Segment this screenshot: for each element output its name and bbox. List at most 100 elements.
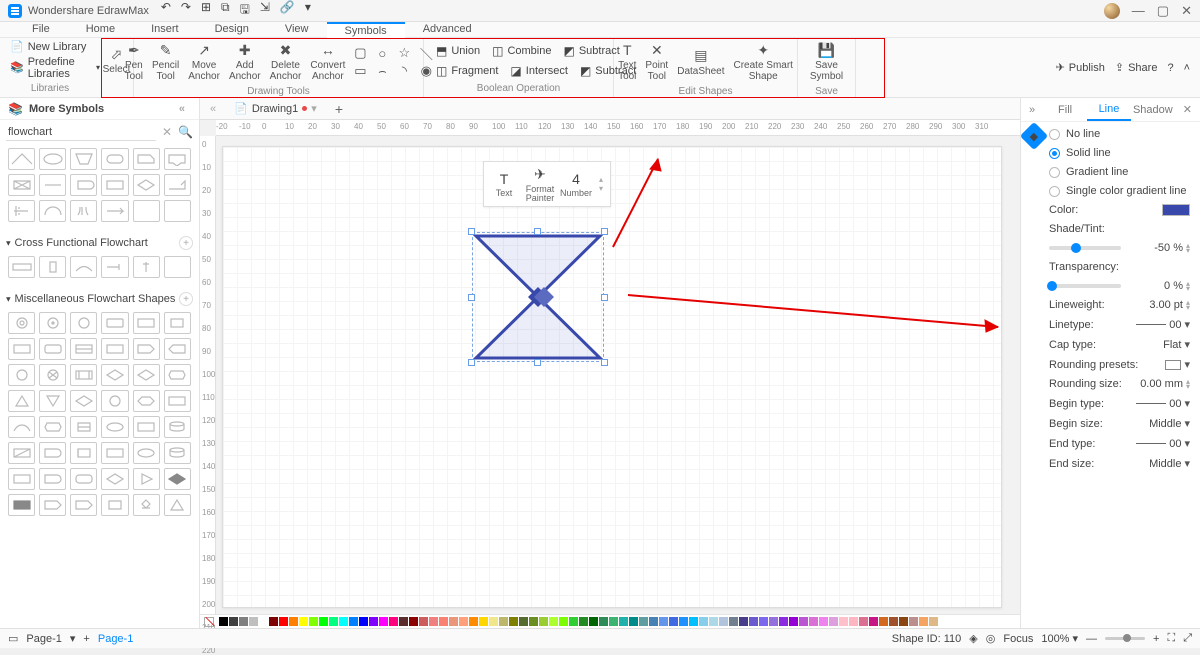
color-swatch[interactable] (759, 617, 768, 626)
combine-button[interactable]: ◫Combine (486, 42, 557, 60)
add-page-icon[interactable]: ⊞ (201, 0, 211, 21)
list-item[interactable] (39, 256, 66, 278)
fullscreen-icon[interactable]: ⤢ (1183, 632, 1192, 645)
menu-file[interactable]: File (14, 22, 68, 38)
list-item[interactable] (101, 338, 128, 360)
nocolor-icon[interactable] (204, 617, 214, 627)
undo-icon[interactable]: ↶ (161, 0, 171, 21)
color-swatch[interactable] (219, 617, 228, 626)
color-swatch[interactable] (269, 617, 278, 626)
add-tab-icon[interactable]: + (329, 101, 349, 117)
begin-type-dropdown[interactable]: 00 ▾ (1136, 397, 1190, 410)
save-icon[interactable]: 🖫 (240, 0, 250, 21)
collapse-left-icon[interactable]: « (204, 103, 222, 115)
redo-icon[interactable]: ↷ (181, 0, 191, 21)
list-item[interactable] (39, 416, 66, 438)
menu-insert[interactable]: Insert (133, 22, 197, 38)
list-item[interactable] (70, 200, 97, 222)
radio-single-gradient[interactable]: Single color gradient line (1049, 185, 1190, 197)
color-swatch[interactable] (459, 617, 468, 626)
end-size-dropdown[interactable]: Middle ▾ (1149, 457, 1190, 470)
color-swatch[interactable] (539, 617, 548, 626)
color-swatch[interactable] (919, 617, 928, 626)
list-item[interactable] (70, 494, 97, 516)
intersect-button[interactable]: ◪Intersect (504, 62, 574, 80)
list-item[interactable] (70, 416, 97, 438)
color-swatch[interactable] (509, 617, 518, 626)
clear-search-icon[interactable]: ✕ (162, 125, 172, 139)
list-item[interactable] (133, 494, 160, 516)
linetype-dropdown[interactable]: 00 ▾ (1136, 318, 1190, 331)
list-item[interactable] (39, 390, 66, 412)
color-swatch[interactable] (609, 617, 618, 626)
arc-icon[interactable]: ◝ (394, 63, 414, 79)
color-swatch[interactable] (729, 617, 738, 626)
delete-anchor-tool[interactable]: ✖Delete Anchor (266, 40, 306, 84)
color-swatch[interactable] (279, 617, 288, 626)
list-item[interactable] (101, 442, 128, 464)
list-item[interactable] (39, 338, 66, 360)
list-item[interactable] (133, 468, 160, 490)
save-symbol-button[interactable]: 💾Save Symbol (806, 40, 847, 84)
share-button[interactable]: ⇪Share (1115, 61, 1158, 74)
list-item[interactable] (8, 148, 35, 170)
color-swatch[interactable] (879, 617, 888, 626)
list-item[interactable] (39, 200, 66, 222)
color-swatch[interactable] (579, 617, 588, 626)
list-item[interactable] (101, 148, 128, 170)
list-item[interactable] (164, 338, 191, 360)
color-swatch[interactable] (639, 617, 648, 626)
list-item[interactable] (133, 416, 160, 438)
list-item[interactable] (164, 256, 191, 278)
list-item[interactable] (101, 174, 128, 196)
arc-stroke-icon[interactable]: ⌢ (372, 63, 392, 79)
pencil-tool[interactable]: ✎Pencil Tool (148, 40, 183, 84)
list-item[interactable] (8, 468, 35, 490)
expand-panel-icon[interactable]: » (1021, 104, 1043, 116)
list-item[interactable] (70, 468, 97, 490)
page-tab[interactable]: Page-1 (98, 633, 133, 645)
list-item[interactable] (164, 390, 191, 412)
color-swatch[interactable] (479, 617, 488, 626)
datasheet-button[interactable]: ▤DataSheet (673, 46, 728, 79)
list-item[interactable] (39, 494, 66, 516)
overflow-icon[interactable]: ▾ (305, 0, 311, 21)
list-item[interactable] (8, 494, 35, 516)
menu-symbols[interactable]: Symbols (327, 22, 405, 38)
color-swatch[interactable] (519, 617, 528, 626)
list-item[interactable] (8, 416, 35, 438)
zoom-slider[interactable] (1105, 637, 1145, 640)
duplicate-icon[interactable]: ⧉ (221, 0, 230, 21)
shade-slider[interactable] (1049, 246, 1121, 250)
color-swatch[interactable] (679, 617, 688, 626)
focus-icon[interactable]: ◎ (986, 632, 996, 645)
list-item[interactable] (8, 364, 35, 386)
list-item[interactable] (8, 174, 35, 196)
minimize-icon[interactable]: — (1132, 3, 1145, 18)
menu-design[interactable]: Design (197, 22, 267, 38)
color-swatch[interactable] (719, 617, 728, 626)
tab-fill[interactable]: Fill (1043, 100, 1087, 120)
begin-size-dropdown[interactable]: Middle ▾ (1149, 417, 1190, 430)
drawing-tab[interactable]: 📄Drawing1▾ (226, 100, 325, 117)
transparency-slider[interactable] (1049, 284, 1121, 288)
color-swatch[interactable] (439, 617, 448, 626)
union-button[interactable]: ⬒Union (430, 42, 486, 60)
color-swatch[interactable] (399, 617, 408, 626)
add-page-icon[interactable]: + (83, 633, 89, 645)
color-swatch[interactable] (889, 617, 898, 626)
predefine-libraries-button[interactable]: 📚Predefine Libraries▾ (0, 56, 100, 80)
export-icon[interactable]: ⇲ (260, 0, 270, 21)
color-swatch[interactable] (499, 617, 508, 626)
list-item[interactable] (70, 312, 97, 334)
color-swatch[interactable] (769, 617, 778, 626)
color-swatch[interactable] (849, 617, 858, 626)
rounding-size-value[interactable]: 0.00 mm▴▾ (1140, 378, 1190, 390)
list-item[interactable] (101, 468, 128, 490)
color-swatch[interactable] (489, 617, 498, 626)
list-item[interactable] (8, 200, 35, 222)
color-swatch[interactable] (449, 617, 458, 626)
color-swatch[interactable] (569, 617, 578, 626)
list-item[interactable] (8, 338, 35, 360)
color-swatch[interactable] (549, 617, 558, 626)
